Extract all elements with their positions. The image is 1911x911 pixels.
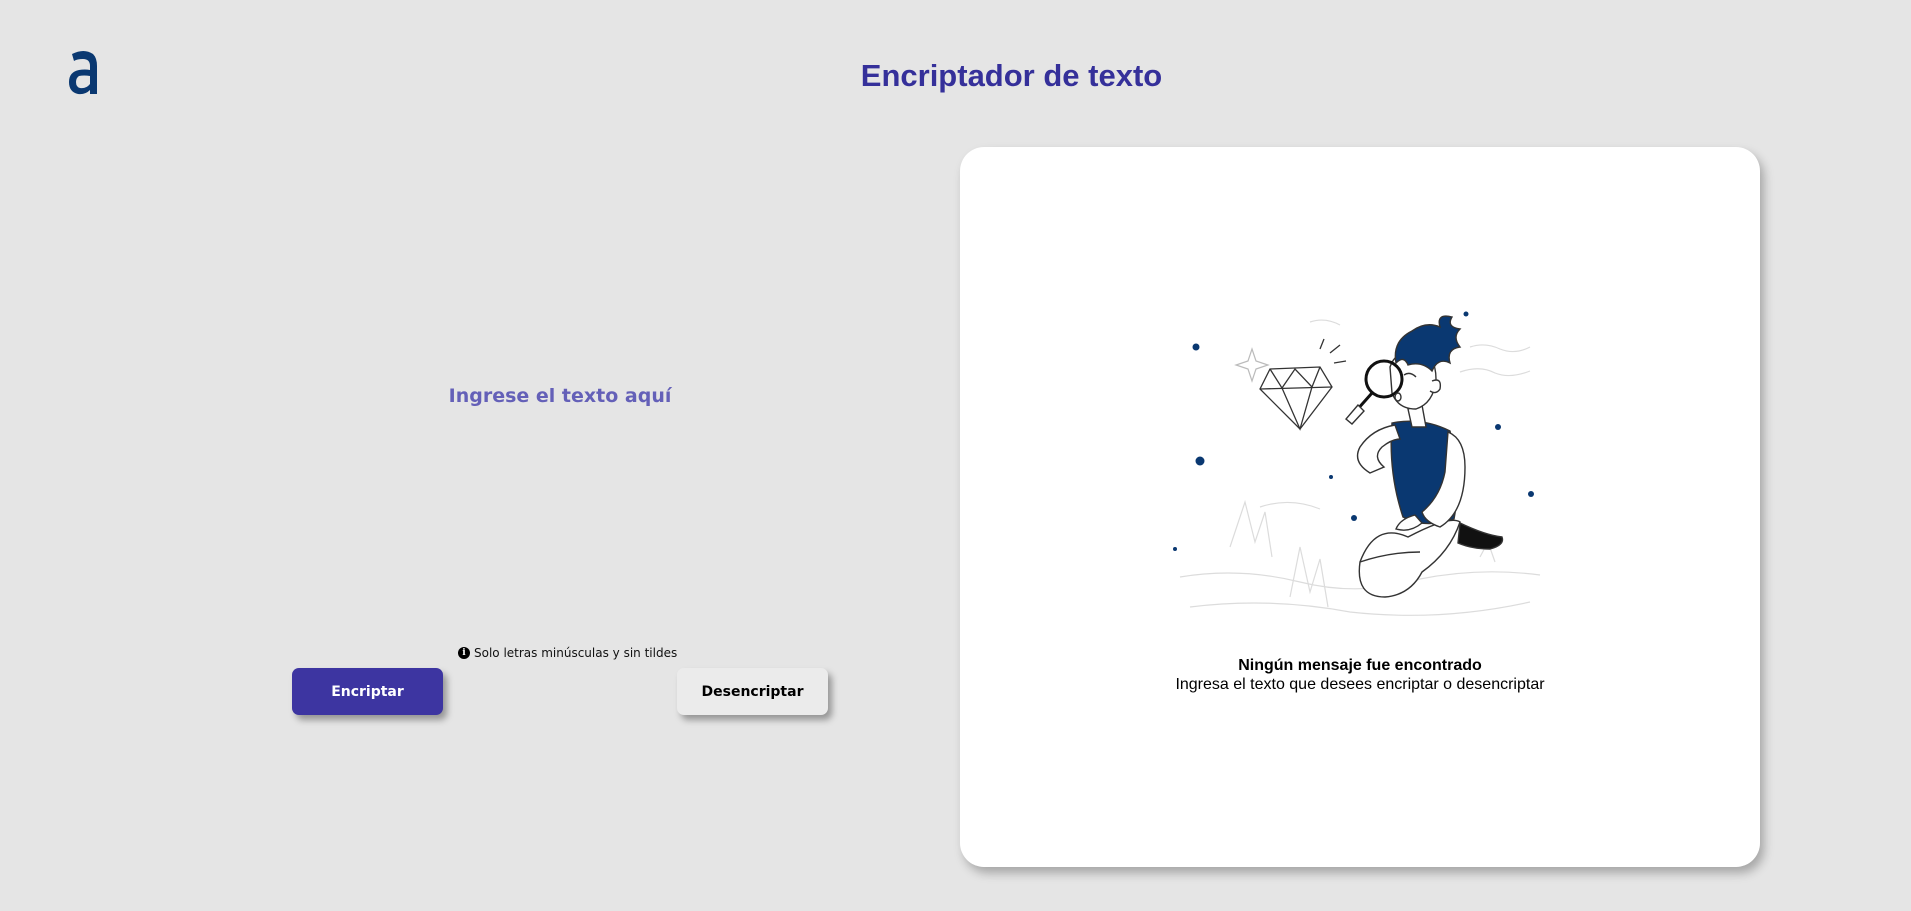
output-panel: Ningún mensaje fue encontrado Ingresa el… xyxy=(960,147,1760,867)
page-title: Encriptador de texto xyxy=(860,58,1163,93)
hint-text: Solo letras minúsculas y sin tildes xyxy=(474,646,678,660)
text-input[interactable] xyxy=(292,150,828,640)
decrypt-button[interactable]: Desencriptar xyxy=(677,668,828,715)
empty-state-subtitle: Ingresa el texto que desees encriptar o … xyxy=(1175,676,1545,693)
person-searching-illustration xyxy=(1173,311,1541,616)
encrypt-button[interactable]: Encriptar xyxy=(292,668,443,715)
page: Encriptador de texto i Solo letras minús… xyxy=(0,0,1911,911)
input-hint: i Solo letras minúsculas y sin tildes xyxy=(458,646,677,660)
empty-state-title: Ningún mensaje fue encontrado xyxy=(1238,657,1482,674)
info-icon: i xyxy=(458,647,470,659)
